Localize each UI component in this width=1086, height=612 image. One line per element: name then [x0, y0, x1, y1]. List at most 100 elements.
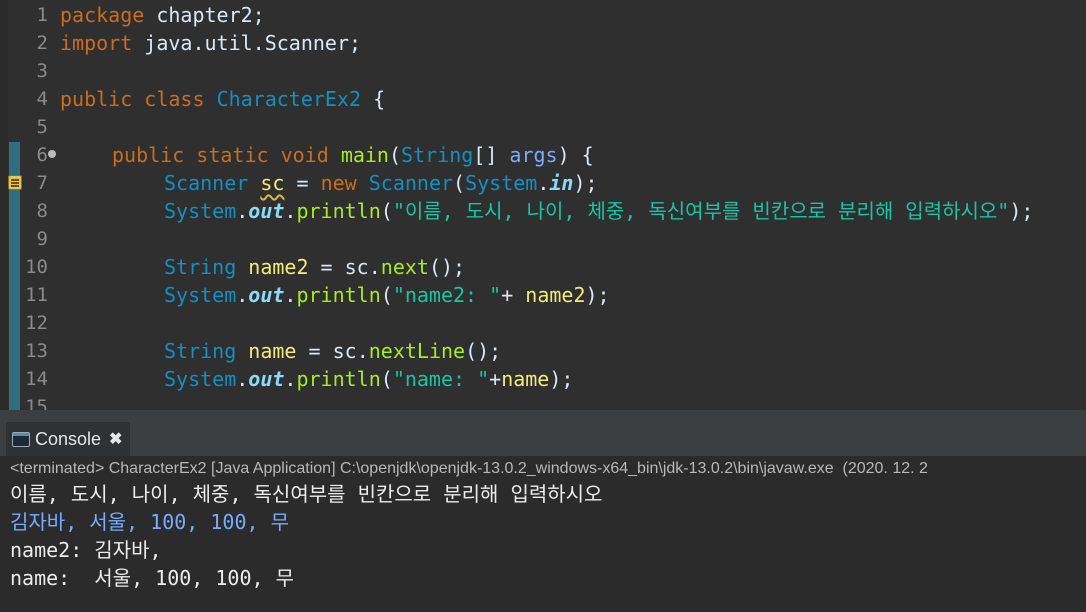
keyword-token: import [60, 31, 133, 55]
code-token: ( [380, 283, 393, 307]
code-token: [] [473, 143, 510, 167]
code-token: sc [332, 339, 357, 363]
type-token: Scanner [164, 171, 249, 195]
code-token: . [284, 367, 297, 391]
console-status: <terminated> CharacterEx2 [Java Applicat… [10, 460, 928, 477]
keyword-token: new [320, 171, 357, 195]
method-token: println [296, 199, 381, 223]
code-token: + [489, 367, 502, 391]
string-token: "name2: " [392, 283, 502, 307]
parameter-token: args [509, 143, 558, 167]
code-token: . [537, 171, 550, 195]
code-token: ); [573, 171, 598, 195]
console-output[interactable]: <terminated> CharacterEx2 [Java Applicat… [0, 456, 1086, 612]
code-token: ); [549, 367, 574, 391]
variable-token: name [248, 339, 297, 363]
console-line: name2: 김자바, [10, 538, 162, 562]
code-token: (); [465, 339, 502, 363]
code-token: { [361, 87, 386, 111]
code-line-13: String name = sc.nextLine(); [164, 337, 501, 365]
code-line-8: System.out.println("이름, 도시, 나이, 체중, 독신여부… [164, 197, 1033, 225]
code-token: = [284, 171, 321, 195]
close-icon[interactable]: ✖ [109, 429, 122, 449]
line-number: 9 [36, 228, 48, 250]
code-token: chapter2; [144, 3, 265, 27]
type-token: String [164, 255, 237, 279]
code-token: . [356, 339, 369, 363]
console-icon [12, 431, 30, 447]
code-token: = [296, 339, 333, 363]
console-tab-bar: Console ✖ [0, 416, 1086, 457]
line-number: 1 [36, 4, 48, 26]
line-number: 6 [36, 144, 48, 166]
code-line-11: System.out.println("name2: "+ name2); [164, 281, 610, 309]
code-token: ( [380, 367, 393, 391]
tab-console[interactable]: Console ✖ [6, 422, 131, 456]
line-number: 5 [36, 116, 48, 138]
keyword-token: public [112, 143, 185, 167]
code-editor[interactable]: 1 2 3 4 5 6 7 8 9 10 11 12 13 14 15 pack… [0, 0, 1086, 410]
code-line-4: public class CharacterEx2 { [60, 85, 385, 113]
code-line-6: public static void main(String[] args) { [112, 141, 594, 169]
code-token: . [236, 367, 249, 391]
method-token: main [340, 143, 389, 167]
type-token: String [401, 143, 474, 167]
console-line: 이름, 도시, 나이, 체중, 독신여부를 빈칸으로 분리해 입력하시오 [10, 482, 603, 506]
line-number: 14 [25, 368, 48, 390]
variable-token: name [501, 367, 550, 391]
line-number: 15 [25, 396, 48, 410]
method-token: next [380, 255, 429, 279]
fold-collapse-icon[interactable] [48, 150, 56, 158]
method-token: nextLine [368, 339, 466, 363]
code-token: . [236, 283, 249, 307]
variable-token: sc [260, 171, 285, 195]
code-token: . [368, 255, 381, 279]
variable-token: name2 [248, 255, 309, 279]
class-name-token: CharacterEx2 [216, 87, 362, 111]
code-token: ( [453, 171, 466, 195]
keyword-token: void [280, 143, 329, 167]
code-token: . [284, 199, 297, 223]
class-name-token: System [465, 171, 538, 195]
code-token: ); [585, 283, 610, 307]
code-token: ); [1009, 199, 1034, 223]
code-token: + [501, 283, 526, 307]
code-line-2: import java.util.Scanner; [60, 29, 361, 57]
code-token: (); [428, 255, 466, 279]
static-field-token: out [248, 199, 285, 223]
line-number: 10 [25, 256, 48, 278]
line-number: 2 [36, 32, 48, 54]
keyword-token: package [60, 3, 145, 27]
static-field-token: in [549, 171, 574, 195]
static-field-token: out [248, 367, 285, 391]
tab-console-label: Console [35, 428, 102, 449]
code-line-1: package chapter2; [60, 1, 265, 29]
method-token: println [296, 283, 381, 307]
code-token: ( [388, 143, 402, 167]
code-token: . [284, 283, 297, 307]
code-line-14: System.out.println("name: "+name); [164, 365, 573, 393]
code-line-7: Scanner sc = new Scanner(System.in); [164, 169, 598, 197]
code-token: sc [344, 255, 369, 279]
static-field-token: out [248, 283, 285, 307]
code-token: ( [380, 199, 393, 223]
code-token: java.util.Scanner; [132, 31, 362, 55]
code-line-10: String name2 = sc.next(); [164, 253, 465, 281]
console-line: name: 서울, 100, 100, 무 [10, 566, 294, 590]
keyword-token: static [196, 143, 269, 167]
keyword-token: class [144, 87, 205, 111]
method-token: println [296, 367, 381, 391]
type-token: Scanner [368, 171, 454, 195]
type-token: String [164, 339, 237, 363]
code-token: . [236, 199, 249, 223]
class-name-token: System [164, 367, 237, 391]
variable-token: name2 [525, 283, 586, 307]
keyword-token: public [60, 87, 133, 111]
string-token: "이름, 도시, 나이, 체중, 독신여부를 빈칸으로 분리해 입력하시오" [392, 199, 1010, 223]
line-number: 7 [36, 172, 48, 194]
console-input-line: 김자바, 서울, 100, 100, 무 [10, 510, 289, 534]
line-number: 11 [25, 284, 48, 306]
line-number: 3 [36, 60, 48, 82]
code-token: ) { [557, 143, 594, 167]
line-number: 8 [36, 200, 48, 222]
